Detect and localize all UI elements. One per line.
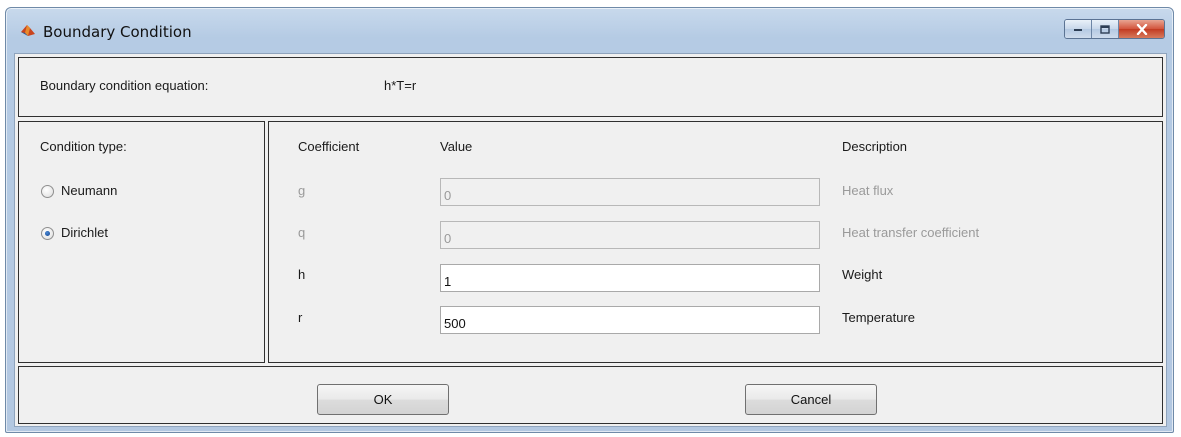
- window-title: Boundary Condition: [43, 23, 192, 41]
- equation-value: h*T=r: [384, 78, 417, 93]
- equation-label: Boundary condition equation:: [40, 78, 209, 93]
- equation-panel: Boundary condition equation: h*T=r: [18, 57, 1163, 117]
- close-icon: [1136, 23, 1147, 35]
- value-header: Value: [440, 139, 473, 154]
- button-panel: OK Cancel: [18, 366, 1163, 424]
- minimize-button[interactable]: [1065, 20, 1092, 38]
- coefficient-name-r: r: [298, 310, 303, 325]
- q-description: Heat transfer coefficient: [842, 225, 980, 240]
- dialog-content: Boundary condition equation: h*T=r Condi…: [14, 53, 1167, 427]
- neumann-label[interactable]: Neumann: [61, 183, 117, 198]
- coefficient-name-q: q: [298, 225, 306, 240]
- g-description: Heat flux: [842, 183, 894, 198]
- minimize-icon: [1074, 29, 1082, 31]
- r-value-field[interactable]: [440, 306, 820, 334]
- neumann-radio[interactable]: [41, 185, 54, 198]
- boundary-condition-window: Boundary Condition Boundary condition eq…: [5, 7, 1174, 433]
- close-button[interactable]: [1119, 20, 1164, 38]
- coefficients-panel: Coefficient Value Description g Heat flu…: [268, 121, 1163, 363]
- matlab-icon: [20, 22, 36, 38]
- coefficient-name-g: g: [298, 183, 306, 198]
- h-description: Weight: [842, 267, 883, 282]
- dirichlet-radio[interactable]: [41, 227, 54, 240]
- g-value-field[interactable]: [440, 178, 820, 206]
- q-value-field[interactable]: [440, 221, 820, 249]
- cancel-button[interactable]: Cancel: [745, 384, 877, 415]
- condition-type-panel: Condition type: Neumann Dirichlet: [18, 121, 265, 363]
- condition-type-label: Condition type:: [40, 139, 127, 154]
- description-header: Description: [842, 139, 908, 154]
- maximize-button[interactable]: [1092, 20, 1119, 38]
- title-bar[interactable]: Boundary Condition: [6, 8, 1173, 52]
- maximize-icon: [1100, 24, 1110, 34]
- coefficient-header: Coefficient: [298, 139, 360, 154]
- coefficient-name-h: h: [298, 267, 306, 282]
- dirichlet-label[interactable]: Dirichlet: [61, 225, 108, 240]
- r-description: Temperature: [842, 310, 915, 325]
- ok-button[interactable]: OK: [317, 384, 449, 415]
- h-value-field[interactable]: [440, 264, 820, 292]
- radio-selected-dot: [45, 231, 50, 236]
- window-controls: [1064, 19, 1165, 39]
